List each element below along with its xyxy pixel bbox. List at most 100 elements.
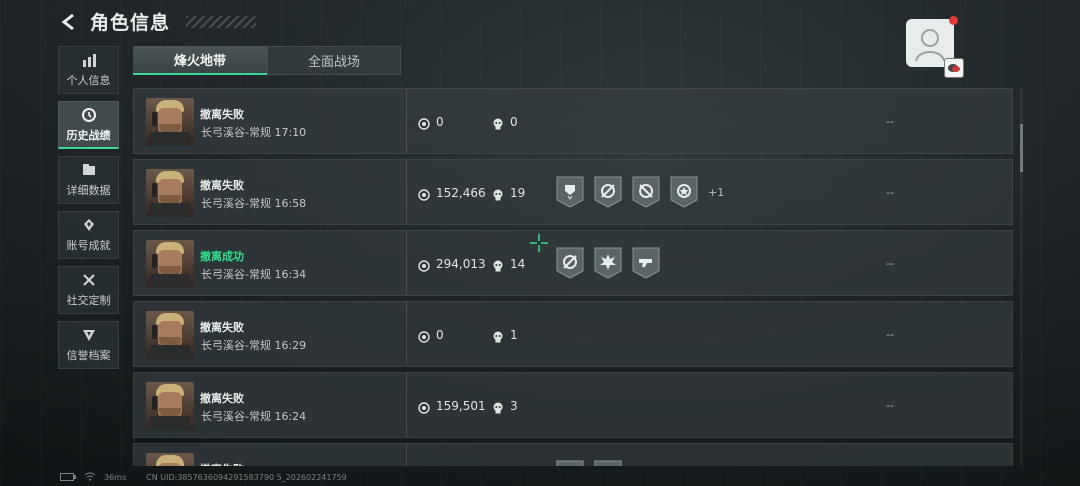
operator-portrait [146, 240, 194, 288]
scrollbar-thumb[interactable] [1020, 124, 1023, 172]
sidebar-item-label: 账号成就 [66, 239, 111, 252]
match-record-row[interactable]: 撤离失败 长弓溪谷-常规 16:58 152,466 19 +1 -- [133, 159, 1013, 225]
map-mode-time: 长弓溪谷-常规 16:34 [201, 268, 307, 281]
sidebar-item-achievements[interactable]: 账号成就 [58, 211, 119, 259]
badge-list [556, 247, 660, 279]
match-history-list[interactable]: 撤离失败 长弓溪谷-常规 17:10 0 0 -- 撤离失败 长弓溪谷-常规 1… [133, 88, 1013, 466]
match-record-row[interactable]: 撤离失败 [133, 443, 1013, 466]
sidebar-item-personal-info[interactable]: 个人信息 [58, 46, 119, 94]
badge-list [556, 460, 622, 466]
extra-info: -- [886, 186, 894, 199]
coin-icon [418, 328, 430, 343]
coin-icon [418, 257, 430, 272]
row-divider [406, 302, 407, 366]
medal-icon [556, 176, 584, 208]
map-mode-time: 长弓溪谷-常规 16:58 [201, 197, 307, 210]
wifi-icon [84, 472, 96, 483]
no-target-icon [632, 176, 660, 208]
medal-icon [594, 460, 622, 466]
extraction-result: 撤离失败 [200, 392, 244, 405]
match-record-row[interactable]: 撤离失败 长弓溪谷-常规 16:29 0 1 -- [133, 301, 1013, 367]
bar-chart-icon [81, 52, 97, 68]
value-earned: 294,013 [436, 257, 486, 271]
achievement-icon [81, 217, 97, 233]
value-earned: 0 [436, 115, 444, 129]
notification-dot [949, 16, 958, 25]
sidebar: 个人信息 历史战绩 详细数据 账号成就 社交定制 信誉档案 [58, 46, 119, 376]
star-badge-icon [670, 176, 698, 208]
map-mode-time: 长弓溪谷-常规 17:10 [201, 126, 307, 139]
sidebar-item-reputation[interactable]: 信誉档案 [58, 321, 119, 369]
target-icon [594, 176, 622, 208]
coin-icon [418, 399, 430, 414]
kill-count: 0 [510, 115, 518, 129]
extraction-result: 撤离失败 [200, 321, 244, 334]
tab-full-battlefield[interactable]: 全面战场 [267, 46, 401, 75]
operator-portrait [146, 453, 194, 466]
skull-icon [492, 257, 504, 272]
extra-info: -- [886, 257, 894, 270]
match-record-row[interactable]: 撤离失败 长弓溪谷-常规 17:10 0 0 -- [133, 88, 1013, 154]
extra-info: -- [886, 115, 894, 128]
value-earned: 0 [436, 328, 444, 342]
operator-portrait [146, 98, 194, 146]
folder-icon [81, 162, 97, 178]
coin-icon [418, 186, 430, 201]
uid-text: CN UID:3857636094291583790 5_20260224175… [146, 473, 347, 482]
operator-portrait [146, 169, 194, 217]
explosion-icon [594, 247, 622, 279]
map-mode-time: 长弓溪谷-常规 16:24 [201, 410, 307, 423]
value-earned: 159,501 [436, 399, 486, 413]
sidebar-item-label: 个人信息 [66, 74, 111, 87]
medal-icon [556, 460, 584, 466]
row-divider [406, 231, 407, 295]
shield-icon [81, 327, 97, 343]
value-earned: 152,466 [436, 186, 486, 200]
status-footer: 36ms CN UID:3857636094291583790 5_202602… [60, 472, 347, 483]
kill-count: 14 [510, 257, 526, 271]
sidebar-item-label: 历史战绩 [66, 128, 111, 142]
extraction-result: 撤离成功 [200, 250, 244, 263]
match-record-row[interactable]: 撤离成功 长弓溪谷-常规 16:34 294,013 14 -- [133, 230, 1013, 296]
kill-count: 1 [510, 328, 518, 342]
back-arrow-icon[interactable] [58, 11, 80, 33]
tab-beacon-zone[interactable]: 烽火地带 [133, 46, 267, 75]
skull-icon [492, 115, 504, 130]
battery-icon [60, 472, 76, 483]
coin-icon [418, 115, 430, 130]
skull-icon [492, 399, 504, 414]
kill-count: 3 [510, 399, 518, 413]
sidebar-item-history[interactable]: 历史战绩 [58, 101, 119, 149]
mode-tabs: 烽火地带 全面战场 [133, 46, 401, 75]
title-decoration [186, 15, 257, 28]
skull-icon [492, 328, 504, 343]
extraction-result: 撤离失败 [200, 108, 244, 121]
badge-list: +1 [556, 176, 724, 208]
ping-value: 36ms [104, 473, 127, 482]
row-divider [406, 89, 407, 153]
row-divider [406, 444, 407, 466]
operator-portrait [146, 382, 194, 430]
extraction-result: 撤离失败 [200, 179, 244, 192]
more-badges-count: +1 [708, 185, 725, 199]
gun-icon [632, 247, 660, 279]
extraction-result: 撤离失败 [200, 461, 244, 466]
sidebar-item-label: 社交定制 [66, 294, 111, 307]
page-title: 角色信息 [90, 12, 171, 34]
operator-portrait [146, 311, 194, 359]
sidebar-item-label: 详细数据 [66, 184, 111, 197]
header: 角色信息 [58, 8, 257, 35]
sidebar-item-detailed-data[interactable]: 详细数据 [58, 156, 119, 204]
extra-info: -- [886, 328, 894, 341]
match-record-row[interactable]: 撤离失败 长弓溪谷-常规 16:24 159,501 3 -- [133, 372, 1013, 438]
map-mode-time: 长弓溪谷-常规 16:29 [201, 339, 307, 352]
skull-icon [492, 186, 504, 201]
wechat-icon [944, 58, 964, 78]
target-icon [556, 247, 584, 279]
crosshair-icon [529, 233, 549, 253]
row-divider [406, 160, 407, 224]
sidebar-item-social[interactable]: 社交定制 [58, 266, 119, 314]
row-divider [406, 373, 407, 437]
sidebar-item-label: 信誉档案 [66, 349, 111, 362]
clock-icon [81, 107, 97, 123]
